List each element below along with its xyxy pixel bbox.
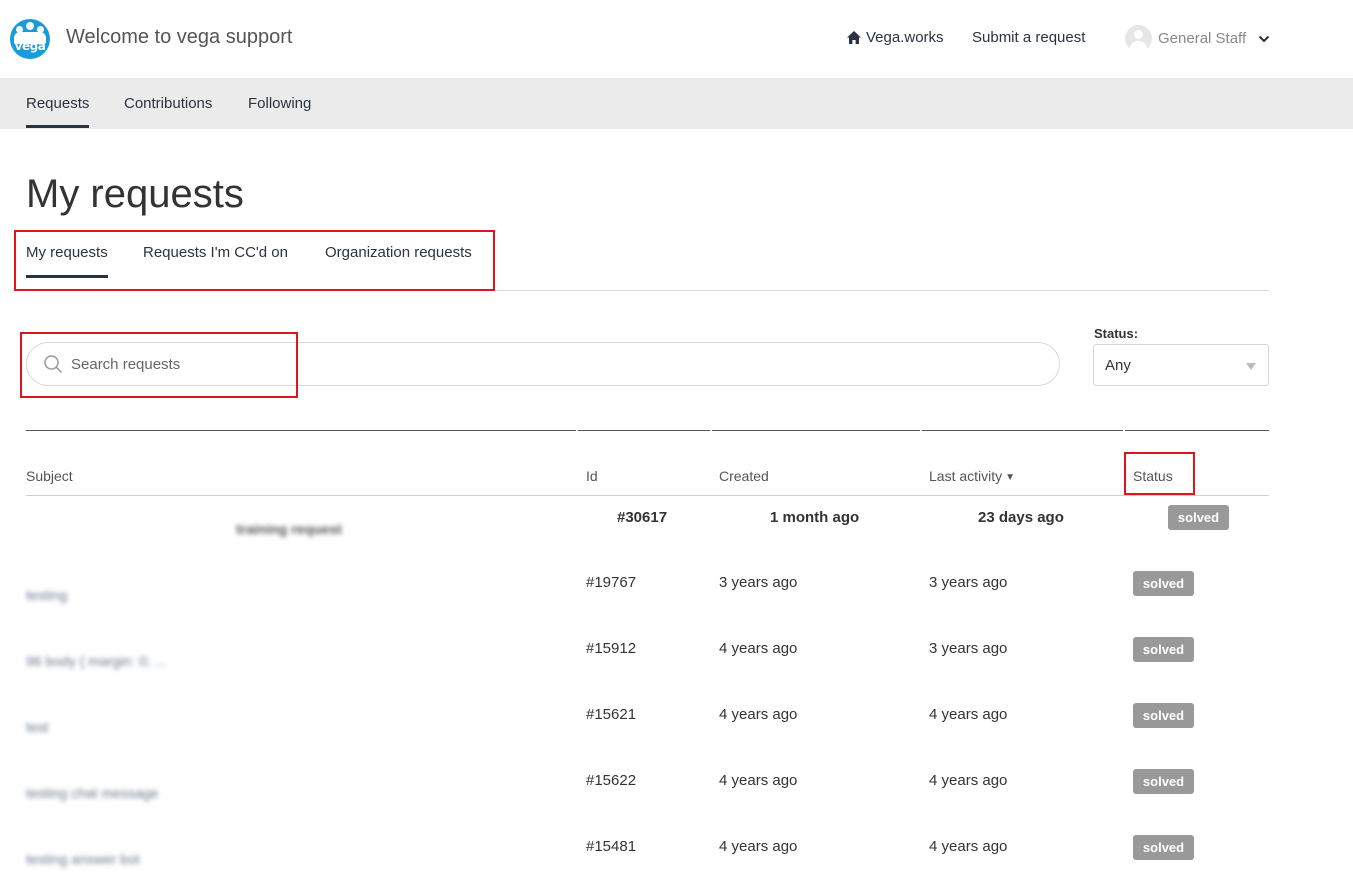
request-created: 4 years ago xyxy=(719,838,798,855)
header: vega Welcome to vega support Vega.works … xyxy=(0,0,1353,78)
status-badge: solved xyxy=(1133,571,1194,596)
request-last-activity: 23 days ago xyxy=(978,509,1064,526)
user-menu[interactable]: General Staff xyxy=(1125,25,1270,52)
request-id: #19767 xyxy=(586,574,637,591)
request-id: #30617 xyxy=(617,509,668,526)
request-subject-link[interactable]: test xyxy=(26,719,49,735)
request-last-activity: 4 years ago xyxy=(929,772,1008,789)
request-last-activity: 4 years ago xyxy=(929,706,1008,723)
vega-logo[interactable]: vega xyxy=(10,19,50,59)
column-separator xyxy=(26,430,576,431)
request-subject-link[interactable]: testing chat message xyxy=(26,785,158,801)
highlight-box-tabs xyxy=(14,230,495,291)
column-header-last-activity-label: Last activity xyxy=(929,468,1003,484)
status-filter-value: Any xyxy=(1105,357,1131,374)
chevron-down-icon xyxy=(1252,34,1270,44)
nav-home-label: Vega.works xyxy=(866,29,944,46)
submit-request-link[interactable]: Submit a request xyxy=(972,29,1085,46)
column-header-created[interactable]: Created xyxy=(719,468,769,484)
request-created: 4 years ago xyxy=(719,706,798,723)
sort-desc-icon: ▼ xyxy=(1005,472,1016,483)
sub-navigation: Requests Contributions Following xyxy=(0,78,1353,129)
request-subject-link[interactable]: training request xyxy=(236,521,342,537)
status-badge: solved xyxy=(1133,835,1194,860)
request-id: #15622 xyxy=(586,772,637,789)
column-separator xyxy=(922,430,1123,431)
highlight-box-status-header xyxy=(1124,452,1195,495)
request-id: #15912 xyxy=(586,640,637,657)
site-title: Welcome to vega support xyxy=(66,26,293,48)
caret-down-icon xyxy=(1246,363,1256,370)
column-separator xyxy=(1125,430,1269,431)
request-last-activity: 3 years ago xyxy=(929,574,1008,591)
highlight-box-search xyxy=(20,332,298,398)
column-separator xyxy=(712,430,920,431)
subnav-contributions[interactable]: Contributions xyxy=(124,95,212,112)
avatar xyxy=(1125,25,1152,52)
request-created: 3 years ago xyxy=(719,574,798,591)
logo-text: vega xyxy=(14,39,46,53)
request-created: 4 years ago xyxy=(719,772,798,789)
request-created: 1 month ago xyxy=(770,509,860,526)
user-name: General Staff xyxy=(1158,30,1247,47)
status-filter-select[interactable]: Any xyxy=(1093,344,1269,386)
column-header-subject[interactable]: Subject xyxy=(26,468,73,484)
home-icon xyxy=(847,31,861,44)
status-badge: solved xyxy=(1133,769,1194,794)
page-title: My requests xyxy=(26,172,244,216)
nav-home-link[interactable]: Vega.works xyxy=(847,29,944,46)
logo-person-icon xyxy=(26,22,34,30)
column-separator xyxy=(578,430,710,431)
request-subject-link[interactable]: testing answer bot xyxy=(26,851,140,867)
request-created: 4 years ago xyxy=(719,640,798,657)
table-header-divider xyxy=(26,495,1269,496)
column-header-last-activity[interactable]: Last activity ▼ xyxy=(929,468,1015,484)
status-badge: solved xyxy=(1133,637,1194,662)
request-id: #15481 xyxy=(586,838,637,855)
request-last-activity: 4 years ago xyxy=(929,838,1008,855)
subnav-following[interactable]: Following xyxy=(248,95,311,112)
column-header-id[interactable]: Id xyxy=(586,468,598,484)
status-filter-label: Status: xyxy=(1094,326,1139,341)
request-subject-link[interactable]: testing xyxy=(26,587,67,603)
subnav-requests[interactable]: Requests xyxy=(26,95,90,128)
status-badge: solved xyxy=(1133,703,1194,728)
request-last-activity: 3 years ago xyxy=(929,640,1008,657)
status-badge: solved xyxy=(1168,505,1229,530)
request-subject-link[interactable]: 96 body { margin: 0; ... xyxy=(26,653,166,669)
request-id: #15621 xyxy=(586,706,637,723)
